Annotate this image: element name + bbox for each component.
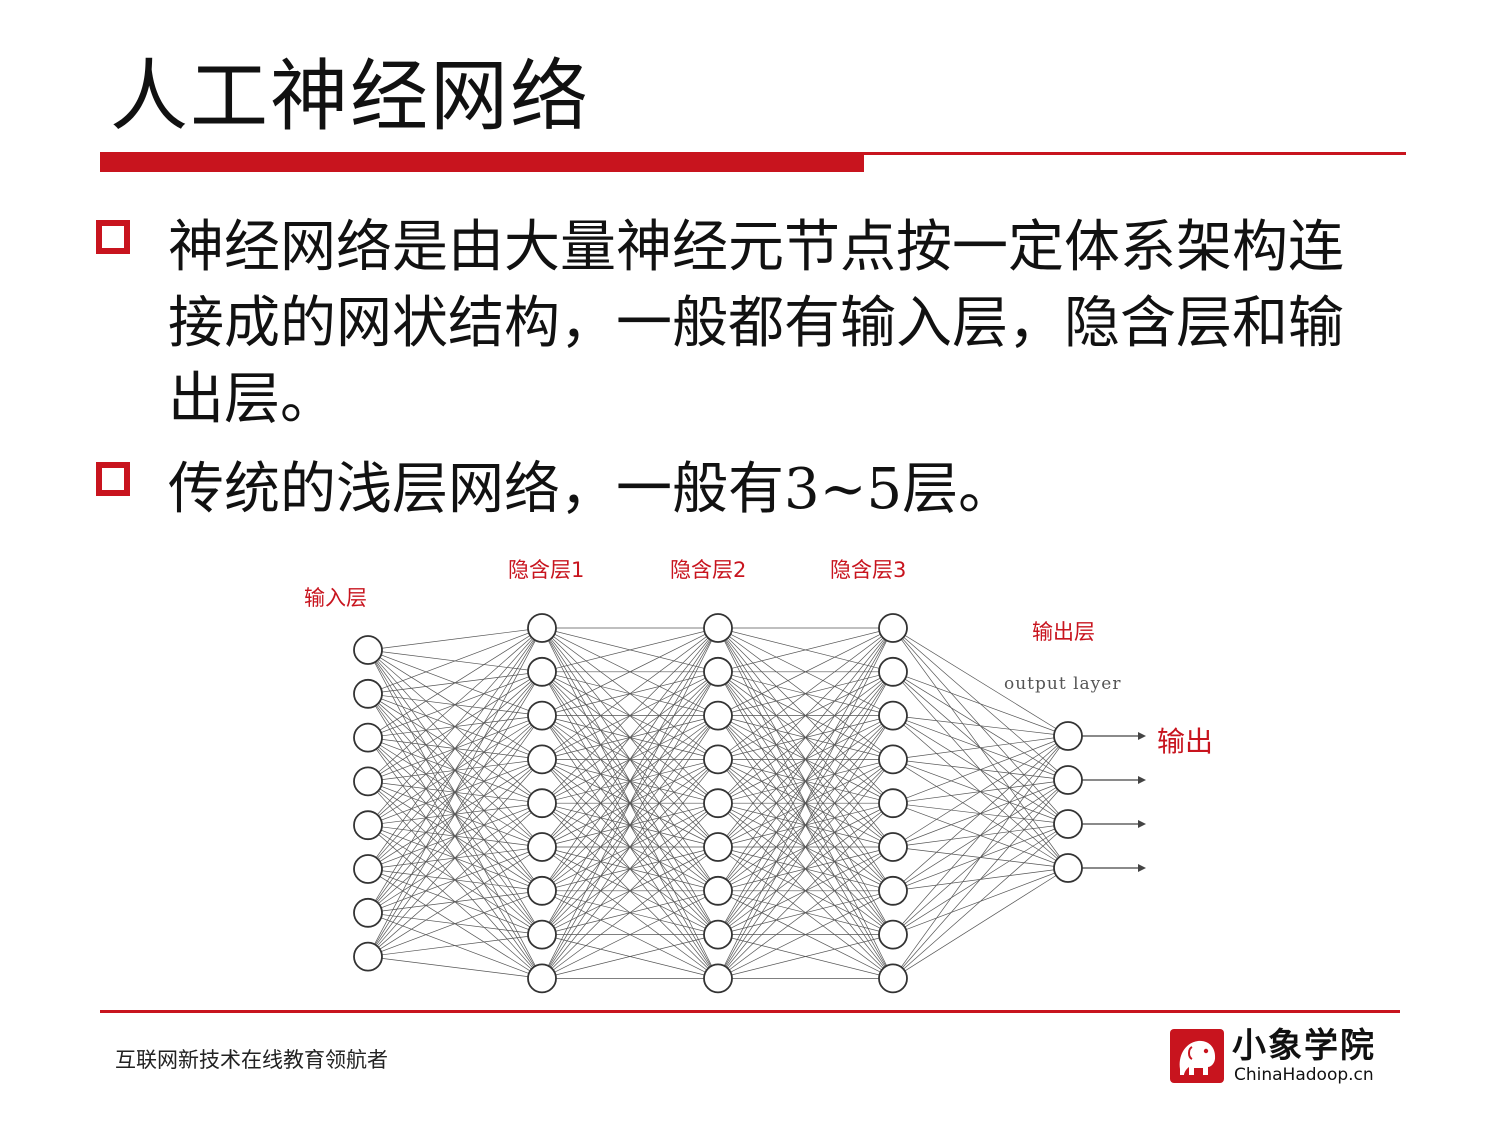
arrow-head-icon bbox=[1138, 776, 1146, 784]
hidden2-node bbox=[703, 875, 733, 906]
connection-edge bbox=[892, 715, 1069, 737]
output-layer-english-label: output layer bbox=[1004, 674, 1122, 694]
output-arrow-label: 输出 bbox=[1157, 725, 1214, 758]
hidden3-node bbox=[878, 613, 908, 643]
connection-edge bbox=[367, 627, 543, 957]
hidden1-node bbox=[527, 744, 557, 775]
input-node bbox=[353, 722, 383, 753]
connection-edge bbox=[892, 779, 1069, 979]
output-node bbox=[1053, 765, 1083, 795]
hidden3-node bbox=[878, 744, 908, 775]
hidden3-node bbox=[878, 875, 908, 906]
connection-edge bbox=[892, 867, 1069, 979]
footer-tagline: 互联网新技术在线教育领航者 bbox=[115, 1048, 388, 1072]
arrow-head-icon bbox=[1138, 732, 1146, 740]
connection-edge bbox=[892, 823, 1069, 979]
connection-edge bbox=[367, 627, 543, 651]
hidden-layer-3-label: 隐含层3 bbox=[830, 558, 907, 582]
connection-edge bbox=[367, 627, 543, 782]
connection-edge bbox=[367, 802, 543, 957]
hidden3-node bbox=[878, 700, 908, 731]
logo-brand-name: 小象学院 bbox=[1232, 1026, 1376, 1066]
input-node bbox=[353, 854, 383, 884]
hidden2-node bbox=[703, 963, 733, 994]
input-node bbox=[353, 766, 383, 797]
hidden2-node bbox=[703, 832, 733, 862]
input-node bbox=[353, 635, 383, 665]
hidden1-node bbox=[527, 832, 557, 862]
output-node bbox=[1053, 721, 1083, 751]
hidden2-node bbox=[703, 744, 733, 775]
hidden2-node bbox=[703, 613, 733, 643]
input-node bbox=[353, 810, 383, 841]
connection-edge bbox=[367, 934, 543, 957]
connection-edge bbox=[367, 956, 543, 979]
connection-edge bbox=[367, 671, 543, 957]
connection-edge bbox=[367, 627, 543, 738]
logo-url: ChinaHadoop.cn bbox=[1234, 1065, 1374, 1085]
square-bullet-icon bbox=[96, 220, 130, 254]
connection-edge bbox=[892, 735, 1069, 892]
neural-network-diagram: 输入层 隐含层1 隐含层2 隐含层3 输出层 output layer 输出 bbox=[290, 540, 1250, 1010]
title-underline-thick bbox=[100, 155, 864, 172]
hidden-layer-1-label: 隐含层1 bbox=[508, 558, 585, 582]
connection-edge bbox=[367, 759, 543, 957]
hidden3-node bbox=[878, 919, 908, 950]
hidden3-node bbox=[878, 963, 908, 994]
hidden2-node bbox=[703, 656, 733, 687]
connection-edge bbox=[892, 735, 1069, 935]
input-layer-label: 输入层 bbox=[304, 586, 367, 610]
connection-edge bbox=[892, 735, 1069, 979]
bullet-text: 传统的浅层网络，一般有3~5层。 bbox=[168, 457, 1015, 522]
connection-edge bbox=[367, 627, 543, 913]
connection-edge bbox=[367, 846, 543, 957]
output-node bbox=[1053, 853, 1083, 883]
arrow-head-icon bbox=[1138, 864, 1146, 872]
input-node bbox=[353, 897, 383, 928]
slide-title: 人工神经网络 bbox=[110, 52, 591, 142]
elephant-logo-icon bbox=[1170, 1029, 1224, 1083]
brand-logo: 小象学院 ChinaHadoop.cn bbox=[1170, 1027, 1390, 1087]
network-graph bbox=[353, 613, 1146, 994]
connection-edge bbox=[892, 735, 1069, 804]
connection-edge bbox=[367, 890, 543, 957]
hidden-layer-2-label: 隐含层2 bbox=[670, 558, 747, 582]
hidden1-node bbox=[527, 875, 557, 906]
input-node bbox=[353, 941, 383, 972]
footer-rule bbox=[100, 1010, 1400, 1013]
hidden1-node bbox=[527, 963, 557, 994]
connection-edge bbox=[367, 627, 543, 826]
hidden3-node bbox=[878, 832, 908, 862]
hidden3-node bbox=[878, 656, 908, 687]
hidden2-node bbox=[703, 919, 733, 950]
hidden1-node bbox=[527, 788, 557, 819]
hidden1-node bbox=[527, 919, 557, 950]
bullet-text: 神经网络是由大量神经元节点按一定体系架构连接成的网状结构，一般都有输入层，隐含层… bbox=[168, 215, 1344, 432]
connection-edge bbox=[367, 627, 543, 870]
connection-edge bbox=[367, 627, 543, 695]
connection-edge bbox=[367, 715, 543, 957]
square-bullet-icon bbox=[96, 462, 130, 496]
output-node bbox=[1053, 809, 1083, 839]
connection-edge bbox=[892, 735, 1069, 760]
output-layer-label: 输出层 bbox=[1032, 620, 1095, 644]
hidden1-node bbox=[527, 613, 557, 643]
hidden1-node bbox=[527, 700, 557, 731]
hidden3-node bbox=[878, 788, 908, 819]
hidden2-node bbox=[703, 788, 733, 819]
hidden2-node bbox=[703, 700, 733, 731]
connection-edge bbox=[892, 735, 1069, 848]
arrow-head-icon bbox=[1138, 820, 1146, 828]
hidden1-node bbox=[527, 656, 557, 687]
input-node bbox=[353, 678, 383, 709]
